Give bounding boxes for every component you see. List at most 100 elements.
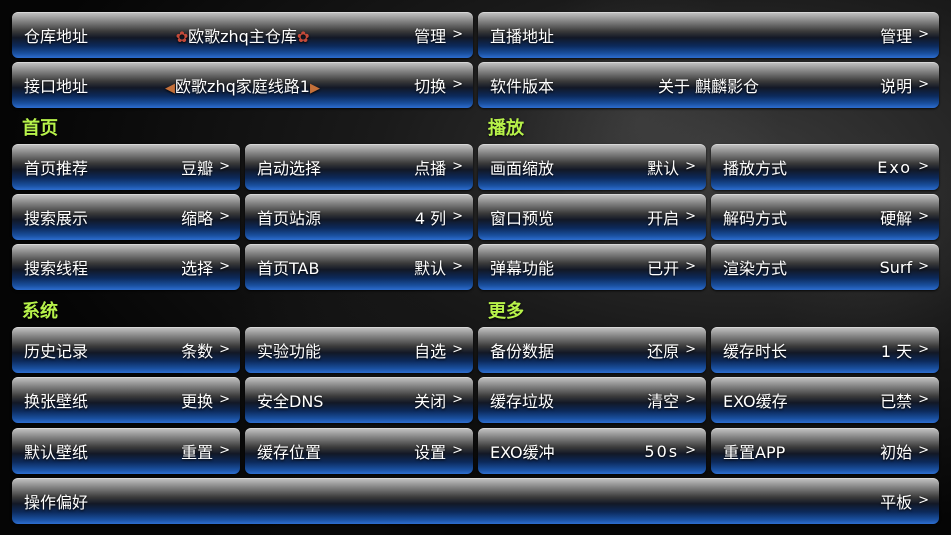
setting-cache-duration[interactable]: 缓存时长 1 天 > [711, 327, 939, 373]
setting-launch-select[interactable]: 启动选择 点播 > [245, 144, 473, 190]
setting-value: 条数 > [181, 341, 230, 362]
setting-label: 首页站源 [257, 209, 322, 228]
chevron-right-icon: > [685, 158, 696, 174]
setting-home-recommend[interactable]: 首页推荐 豆瓣 > [12, 144, 240, 190]
setting-label: 默认壁纸 [24, 443, 89, 462]
api-address-label: 接口地址 [24, 77, 89, 96]
setting-label: 搜索展示 [24, 209, 89, 228]
chevron-right-icon: > [685, 391, 696, 407]
chevron-right-icon: > [452, 76, 463, 92]
setting-exo-buffer[interactable]: EXO缓冲 50s > [478, 428, 706, 474]
setting-search-display[interactable]: 搜索展示 缩略 > [12, 194, 240, 240]
setting-label: 播放方式 [723, 159, 788, 178]
setting-value: 自选 > [414, 341, 463, 362]
chevron-right-icon: > [685, 341, 696, 357]
rose-icon: ✿ [175, 28, 189, 46]
setting-exo-cache[interactable]: EXO缓存 已禁 > [711, 377, 939, 423]
setting-decode-mode[interactable]: 解码方式 硬解 > [711, 194, 939, 240]
setting-value: 4 列 > [414, 208, 463, 229]
chevron-right-icon: > [918, 208, 929, 224]
chevron-right-icon: > [918, 341, 929, 357]
chevron-right-icon: > [219, 341, 230, 357]
horn-icon: ▶ [309, 81, 320, 96]
setting-play-mode[interactable]: 播放方式 Exo > [711, 144, 939, 190]
setting-value: 设置 > [414, 442, 463, 463]
live-manage-action[interactable]: 管理 > [880, 23, 929, 47]
setting-label: 安全DNS [257, 392, 324, 411]
setting-value: 默认 > [414, 258, 463, 279]
setting-value: 已开 > [647, 258, 696, 279]
chevron-right-icon: > [452, 26, 463, 42]
chevron-right-icon: > [918, 391, 929, 407]
warehouse-address-label: 仓库地址 [24, 27, 89, 46]
setting-label: 换张壁纸 [24, 392, 89, 411]
setting-search-threads[interactable]: 搜索线程 选择 > [12, 244, 240, 290]
chevron-right-icon: > [452, 258, 463, 274]
setting-value: 开启 > [647, 208, 696, 229]
version-info-action[interactable]: 说明 > [880, 73, 929, 97]
setting-value: 缩略 > [181, 208, 230, 229]
setting-render-mode[interactable]: 渲染方式 Surf > [711, 244, 939, 290]
setting-experimental[interactable]: 实验功能 自选 > [245, 327, 473, 373]
setting-value: 关闭 > [414, 391, 463, 412]
setting-secure-dns[interactable]: 安全DNS 关闭 > [245, 377, 473, 423]
setting-window-preview[interactable]: 窗口预览 开启 > [478, 194, 706, 240]
chevron-right-icon: > [219, 391, 230, 407]
setting-danmaku[interactable]: 弹幕功能 已开 > [478, 244, 706, 290]
chevron-right-icon: > [452, 442, 463, 458]
setting-label: 缓存时长 [723, 342, 788, 361]
setting-value: 清空 > [647, 391, 696, 412]
setting-home-source[interactable]: 首页站源 4 列 > [245, 194, 473, 240]
setting-label: 首页推荐 [24, 159, 89, 178]
horn-icon: ◀ [165, 81, 176, 96]
api-switch-action[interactable]: 切换 > [414, 73, 463, 97]
chevron-right-icon: > [452, 158, 463, 174]
api-address-row[interactable]: 接口地址 ◀欧歌zhq家庭线路1▶ 切换 > [12, 62, 473, 108]
section-heading-system: 系统 [22, 301, 58, 322]
chevron-right-icon: > [219, 158, 230, 174]
setting-default-wallpaper[interactable]: 默认壁纸 重置 > [12, 428, 240, 474]
setting-label: 解码方式 [723, 209, 788, 228]
section-heading-play: 播放 [488, 118, 524, 139]
section-heading-more: 更多 [488, 301, 524, 322]
setting-change-wallpaper[interactable]: 换张壁纸 更换 > [12, 377, 240, 423]
chevron-right-icon: > [685, 258, 696, 274]
rose-icon: ✿ [296, 28, 310, 46]
chevron-right-icon: > [918, 258, 929, 274]
setting-cache-garbage[interactable]: 缓存垃圾 清空 > [478, 377, 706, 423]
chevron-right-icon: > [452, 341, 463, 357]
setting-label: 渲染方式 [723, 259, 788, 278]
software-version-label: 软件版本 [490, 77, 555, 96]
setting-history[interactable]: 历史记录 条数 > [12, 327, 240, 373]
chevron-right-icon: > [685, 208, 696, 224]
software-version-row[interactable]: 软件版本 关于 麒麟影仓 说明 > [478, 62, 939, 108]
setting-value: Surf > [879, 257, 929, 277]
setting-operation-preference[interactable]: 操作偏好 平板 > [12, 478, 939, 524]
setting-label: 画面缩放 [490, 159, 555, 178]
setting-cache-location[interactable]: 缓存位置 设置 > [245, 428, 473, 474]
setting-label: 缓存垃圾 [490, 392, 555, 411]
setting-label: 重置APP [723, 443, 786, 462]
setting-label: 操作偏好 [24, 493, 89, 512]
setting-backup-data[interactable]: 备份数据 还原 > [478, 327, 706, 373]
setting-value: 重置 > [181, 442, 230, 463]
setting-value: 豆瓣 > [181, 158, 230, 179]
setting-value: 点播 > [414, 158, 463, 179]
warehouse-manage-action[interactable]: 管理 > [414, 23, 463, 47]
warehouse-address-row[interactable]: 仓库地址 ✿欧歌zhq主仓库✿ 管理 > [12, 12, 473, 58]
setting-value: 默认 > [647, 158, 696, 179]
chevron-right-icon: > [918, 26, 929, 42]
setting-reset-app[interactable]: 重置APP 初始 > [711, 428, 939, 474]
chevron-right-icon: > [452, 391, 463, 407]
live-address-row[interactable]: 直播地址 管理 > [478, 12, 939, 58]
chevron-right-icon: > [918, 76, 929, 92]
setting-value: 更换 > [181, 391, 230, 412]
setting-value: Exo > [877, 157, 929, 177]
setting-value: 硬解 > [880, 208, 929, 229]
setting-label: 搜索线程 [24, 259, 89, 278]
setting-home-tab[interactable]: 首页TAB 默认 > [245, 244, 473, 290]
setting-screen-scale[interactable]: 画面缩放 默认 > [478, 144, 706, 190]
setting-label: 弹幕功能 [490, 259, 555, 278]
chevron-right-icon: > [918, 492, 929, 508]
setting-label: 历史记录 [24, 342, 89, 361]
